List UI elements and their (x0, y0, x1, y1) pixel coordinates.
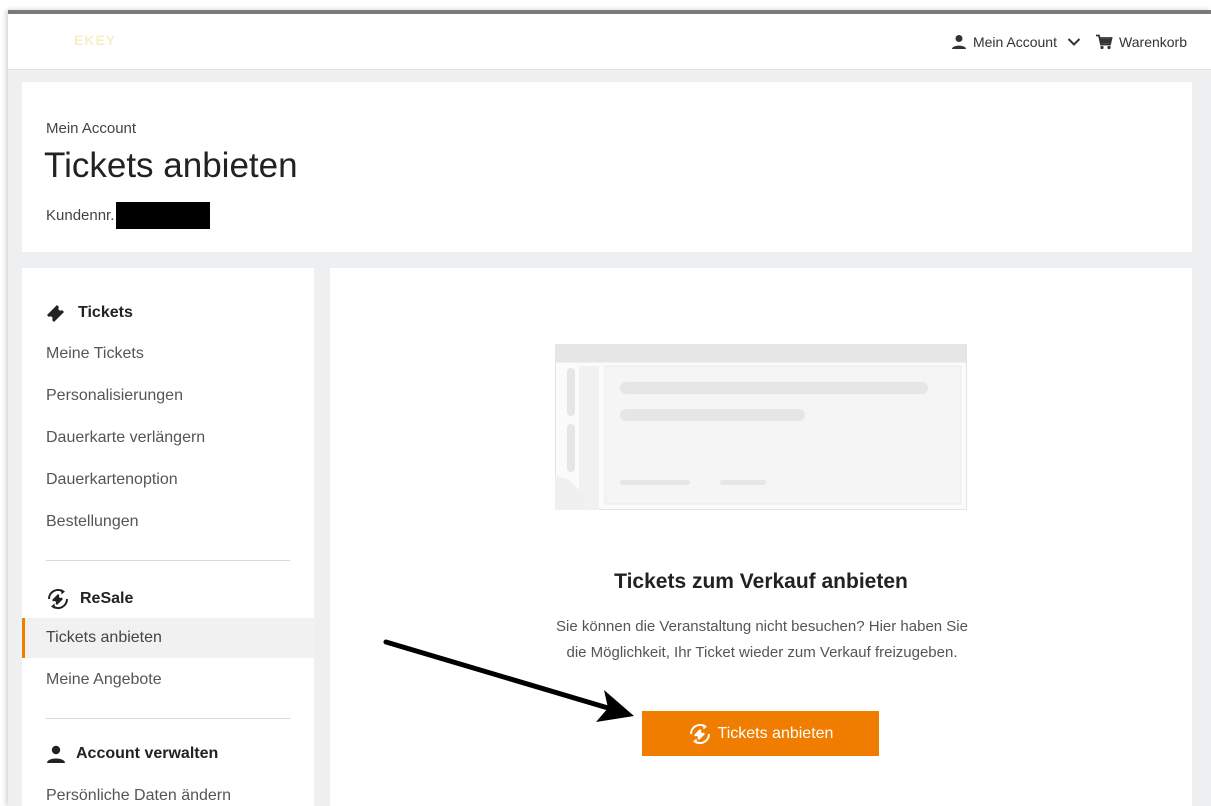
chevron-down-icon (1067, 38, 1081, 46)
customer-number-label: Kundennr. (46, 207, 115, 224)
sidebar-item-dauerkarte-verlaengern[interactable]: Dauerkarte verlängern (22, 418, 314, 458)
resale-icon (47, 588, 69, 610)
section-title: Tickets zum Verkauf anbieten (614, 570, 908, 593)
sidebar-section-resale: ReSale (46, 588, 133, 610)
sidebar-item-dauerkartenoption[interactable]: Dauerkartenoption (22, 460, 314, 500)
customer-number-redacted (116, 202, 211, 229)
sidebar-section-title: ReSale (80, 590, 134, 607)
offer-tickets-button-label: Tickets anbieten (717, 724, 834, 742)
customer-number: Kundennr. (46, 202, 211, 229)
breadcrumb[interactable]: Mein Account (46, 120, 136, 137)
cart-label: Warenkorb (1119, 34, 1187, 50)
account-menu-button[interactable]: Mein Account (951, 34, 1087, 50)
sidebar-section-account: Account verwalten (46, 745, 218, 763)
sidebar-section-title: Account verwalten (76, 745, 219, 762)
ticket-icon (47, 305, 64, 322)
sidebar-item-tickets-anbieten[interactable]: Tickets anbieten (22, 618, 314, 658)
page-title: Tickets anbieten (44, 146, 298, 185)
annotation-arrow-icon (383, 639, 634, 722)
sidebar-item-meine-tickets[interactable]: Meine Tickets (22, 334, 314, 374)
sidebar-divider (46, 718, 290, 719)
offer-tickets-button[interactable]: Tickets anbieten (642, 711, 879, 756)
sidebar-section-title: Tickets (78, 304, 133, 321)
cart-button[interactable]: Warenkorb (1095, 34, 1187, 50)
sidebar-item-meine-angebote[interactable]: Meine Angebote (22, 660, 314, 700)
empty-state-illustration (555, 344, 967, 510)
cart-icon (1096, 34, 1113, 50)
page-header: Mein Account Tickets anbieten Kundennr. (22, 82, 1192, 252)
user-icon (47, 745, 65, 763)
main-content: Tickets zum Verkauf anbieten Sie können … (330, 268, 1192, 806)
top-navigation-bar: EKEY Mein Account Warenkorb (8, 14, 1211, 70)
user-icon (951, 35, 966, 49)
brand-logo[interactable]: EKEY (74, 32, 126, 50)
sidebar: Tickets Meine Tickets Personalisierungen… (22, 268, 314, 806)
resale-icon (689, 723, 710, 744)
account-menu-label: Mein Account (972, 34, 1057, 50)
sidebar-divider (46, 560, 290, 561)
sidebar-item-persoenliche-daten[interactable]: Persönliche Daten ändern (22, 776, 314, 806)
sidebar-item-bestellungen[interactable]: Bestellungen (22, 502, 314, 542)
sidebar-section-tickets: Tickets (46, 304, 133, 322)
sidebar-item-personalisierungen[interactable]: Personalisierungen (22, 376, 314, 416)
